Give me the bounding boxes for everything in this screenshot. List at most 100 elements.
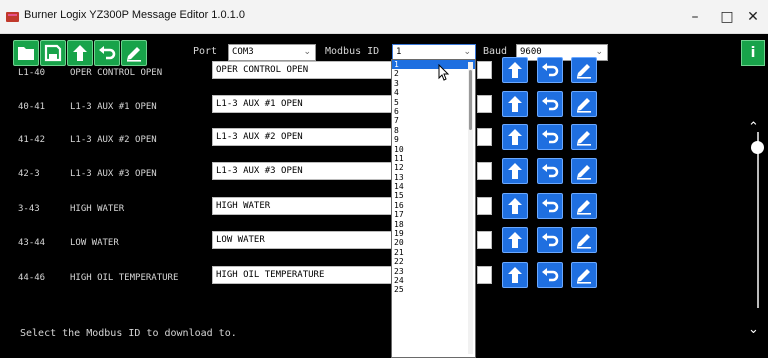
message-row: 3-43 HIGH WATER HIGH WATER [0, 193, 740, 226]
row-upload-button[interactable] [502, 158, 528, 184]
message-input[interactable]: HIGH OIL TEMPERATURE [212, 266, 397, 284]
message-input[interactable]: L1-3 AUX #1 OPEN [212, 95, 397, 113]
row-edit-button[interactable] [571, 158, 597, 184]
scroll-down-icon[interactable]: ⌄ [748, 322, 759, 337]
row-undo-button[interactable] [537, 158, 563, 184]
terminal-code: L1-40 [18, 68, 46, 78]
modbus-id-option[interactable]: 13 [392, 173, 475, 182]
modbus-id-option[interactable]: 4 [392, 88, 475, 97]
message-row: 42-3 L1-3 AUX #3 OPEN L1-3 AUX #3 OPEN [0, 158, 740, 191]
minimize-button[interactable]: – [680, 8, 710, 26]
row-undo-button[interactable] [537, 91, 563, 117]
modbus-id-option[interactable]: 22 [392, 257, 475, 266]
message-row: 40-41 L1-3 AUX #1 OPEN L1-3 AUX #1 OPEN [0, 91, 740, 124]
status-bar: Select the Modbus ID to download to. [20, 328, 237, 339]
row-undo-button[interactable] [537, 57, 563, 83]
undo-icon [542, 268, 559, 282]
terminal-code: 3-43 [18, 204, 40, 214]
undo-icon [542, 233, 559, 247]
undo-icon [542, 97, 559, 111]
modbus-id-option[interactable]: 19 [392, 229, 475, 238]
dropdown-scroll-thumb[interactable] [469, 70, 472, 130]
modbus-id-option[interactable]: 2 [392, 69, 475, 78]
modbus-id-option[interactable]: 7 [392, 116, 475, 125]
pencil-icon [577, 131, 591, 146]
message-description: L1-3 AUX #3 OPEN [70, 169, 157, 179]
modbus-id-dropdown-list[interactable]: 1 2 3 4 5 6 7 8 9 10 11 12 13 14 15 16 17 18 19 20 21 22 23 24 2… [391, 59, 476, 358]
terminal-code: 41-42 [18, 135, 46, 145]
row-upload-button[interactable] [502, 124, 528, 150]
modbus-id-option[interactable]: 1 [392, 60, 475, 70]
terminal-code: 42-3 [18, 169, 40, 179]
modbus-id-option[interactable]: 6 [392, 107, 475, 116]
modbus-id-option[interactable]: 25 [392, 285, 475, 294]
row-undo-button[interactable] [537, 124, 563, 150]
window-title: Burner Logix YZ300P Message Editor 1.0.1… [24, 9, 245, 21]
port-label: Port [193, 46, 218, 57]
info-button[interactable]: i [741, 40, 765, 66]
modbus-id-option[interactable]: 9 [392, 135, 475, 144]
message-input[interactable]: L1-3 AUX #2 OPEN [212, 128, 397, 146]
modbus-id-option[interactable]: 24 [392, 276, 475, 285]
scroll-thumb[interactable] [751, 141, 764, 154]
message-input[interactable]: HIGH WATER [212, 197, 397, 215]
row-edit-button[interactable] [571, 124, 597, 150]
row-edit-button[interactable] [571, 227, 597, 253]
row-edit-button[interactable] [571, 193, 597, 219]
close-button[interactable]: ✕ [738, 8, 768, 26]
modbus-id-option[interactable]: 21 [392, 248, 475, 257]
scroll-track[interactable] [757, 132, 759, 308]
row-upload-button[interactable] [502, 227, 528, 253]
row-checkbox[interactable] [477, 61, 492, 79]
terminal-code: 44-46 [18, 273, 46, 283]
row-undo-button[interactable] [537, 193, 563, 219]
row-upload-button[interactable] [502, 91, 528, 117]
row-edit-button[interactable] [571, 91, 597, 117]
row-undo-button[interactable] [537, 227, 563, 253]
modbus-id-option[interactable]: 16 [392, 201, 475, 210]
port-select[interactable]: COM3 ⌄ [228, 44, 316, 61]
modbus-id-option[interactable]: 17 [392, 210, 475, 219]
terminal-code: 43-44 [18, 238, 46, 248]
arrow-up-icon [508, 267, 522, 283]
message-description: LOW WATER [70, 238, 119, 248]
port-value: COM3 [232, 47, 254, 57]
baud-label: Baud [483, 46, 508, 57]
modbus-id-option[interactable]: 12 [392, 163, 475, 172]
pencil-icon [577, 98, 591, 113]
row-checkbox[interactable] [477, 266, 492, 284]
pencil-icon [577, 200, 591, 215]
message-input[interactable]: LOW WATER [212, 231, 397, 249]
terminal-code: 40-41 [18, 102, 46, 112]
modbus-id-option[interactable]: 20 [392, 238, 475, 247]
modbus-id-option[interactable]: 3 [392, 79, 475, 88]
row-checkbox[interactable] [477, 197, 492, 215]
row-upload-button[interactable] [502, 193, 528, 219]
row-undo-button[interactable] [537, 262, 563, 288]
modbus-id-option[interactable]: 10 [392, 145, 475, 154]
row-checkbox[interactable] [477, 162, 492, 180]
message-row: 44-46 HIGH OIL TEMPERATURE HIGH OIL TEMPER… [0, 262, 740, 295]
message-input[interactable]: L1-3 AUX #3 OPEN [212, 162, 397, 180]
modbus-id-option[interactable]: 11 [392, 154, 475, 163]
modbus-id-option[interactable]: 15 [392, 191, 475, 200]
row-checkbox[interactable] [477, 231, 492, 249]
row-upload-button[interactable] [502, 57, 528, 83]
modbus-id-option[interactable]: 14 [392, 182, 475, 191]
row-upload-button[interactable] [502, 262, 528, 288]
row-edit-button[interactable] [571, 262, 597, 288]
modbus-id-value: 1 [396, 47, 402, 57]
pencil-icon [577, 165, 591, 180]
undo-icon [542, 199, 559, 213]
message-row: L1-40 OPER CONTROL OPEN OPER CONTROL OPEN [0, 57, 740, 90]
message-description: L1-3 AUX #1 OPEN [70, 102, 157, 112]
row-checkbox[interactable] [477, 95, 492, 113]
pencil-icon [577, 64, 591, 79]
row-edit-button[interactable] [571, 57, 597, 83]
message-input[interactable]: OPER CONTROL OPEN [212, 61, 397, 79]
row-checkbox[interactable] [477, 128, 492, 146]
modbus-id-option[interactable]: 23 [392, 267, 475, 276]
modbus-id-option[interactable]: 18 [392, 220, 475, 229]
modbus-id-option[interactable]: 8 [392, 126, 475, 135]
modbus-id-option[interactable]: 5 [392, 98, 475, 107]
